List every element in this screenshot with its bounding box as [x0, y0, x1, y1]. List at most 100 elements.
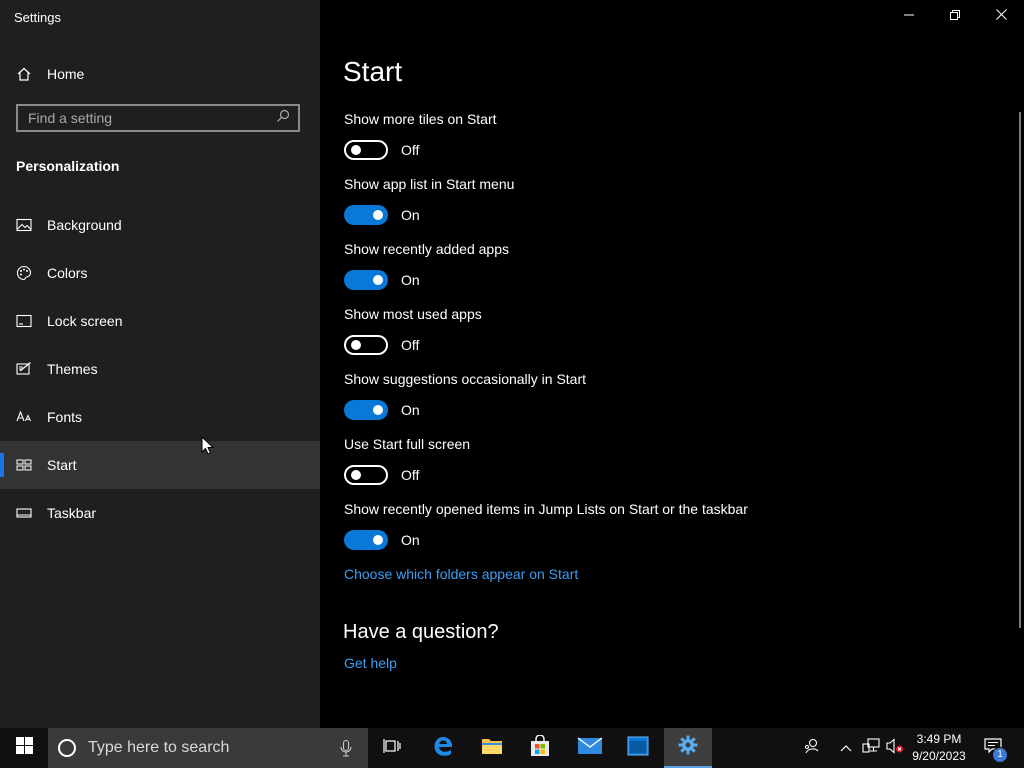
settings-taskbar-button[interactable]	[664, 728, 712, 768]
toggle-knob	[373, 275, 383, 285]
app-list-toggle[interactable]	[344, 205, 388, 225]
sidebar-item-label: Taskbar	[47, 505, 97, 521]
taskbar: 3:49 PM 9/20/2023	[0, 728, 1024, 768]
sidebar-item-fonts[interactable]: Fonts	[0, 393, 320, 441]
start-button[interactable]	[0, 728, 48, 768]
toggle-state: On	[401, 207, 420, 223]
toggle-knob	[351, 470, 361, 480]
home-label: Home	[47, 66, 85, 82]
toggle-knob	[373, 210, 383, 220]
taskbar-icon	[16, 505, 32, 521]
windows-logo-icon	[15, 737, 33, 759]
cortana-icon	[57, 738, 77, 763]
task-view-button[interactable]	[368, 728, 416, 768]
file-explorer-button[interactable]	[468, 728, 516, 768]
sidebar-item-taskbar[interactable]: Taskbar	[0, 489, 320, 537]
people-icon	[804, 738, 820, 759]
sidebar-item-label: Colors	[47, 265, 88, 281]
setting-label: Use Start full screen	[344, 436, 471, 452]
setting-full-screen: Use Start full screen Off	[344, 436, 984, 501]
setting-label: Show most used apps	[344, 306, 482, 322]
content-scrollbar[interactable]	[1019, 112, 1021, 628]
toggle-knob	[373, 535, 383, 545]
people-button[interactable]	[800, 728, 824, 768]
taskbar-search-input[interactable]	[88, 738, 328, 758]
clock-time: 3:49 PM	[916, 732, 962, 746]
minimize-button[interactable]	[886, 0, 932, 32]
task-view-icon	[383, 738, 401, 759]
setting-label: Show suggestions occasionally in Start	[344, 371, 587, 387]
home-button[interactable]: Home	[16, 64, 84, 84]
toggle-state: Off	[401, 467, 420, 483]
volume-button[interactable]	[884, 728, 906, 768]
app-title: Settings	[14, 10, 61, 25]
app-window-button[interactable]	[614, 728, 662, 768]
nav-list: Background Colors Lock screen Themes Fon…	[0, 201, 320, 537]
themes-icon	[16, 361, 32, 377]
fonts-icon	[16, 409, 32, 425]
get-help-link[interactable]: Get help	[344, 655, 397, 671]
settings-list: Show more tiles on Start Off Show app li…	[344, 111, 984, 566]
sidebar-item-colors[interactable]: Colors	[0, 249, 320, 297]
picture-icon	[16, 217, 32, 233]
jump-lists-toggle[interactable]	[344, 530, 388, 550]
setting-jump-lists: Show recently opened items in Jump Lists…	[344, 501, 984, 566]
edge-icon	[432, 735, 454, 762]
edge-browser-button[interactable]	[419, 728, 467, 768]
choose-folders-link[interactable]: Choose which folders appear on Start	[344, 566, 578, 582]
toggle-state: Off	[401, 142, 420, 158]
toggle-state: On	[401, 402, 420, 418]
store-button[interactable]	[516, 728, 564, 768]
clock-date: 9/20/2023	[912, 749, 966, 763]
more-tiles-toggle[interactable]	[344, 140, 388, 160]
restore-icon	[950, 7, 960, 25]
restore-button[interactable]	[932, 0, 978, 32]
sidebar-item-label: Background	[47, 217, 122, 233]
network-button[interactable]	[860, 728, 882, 768]
taskbar-search[interactable]	[48, 728, 368, 768]
close-button[interactable]	[978, 0, 1024, 32]
lock-screen-icon	[16, 313, 32, 329]
setting-most-used: Show most used apps Off	[344, 306, 984, 371]
start-layout-icon	[16, 457, 32, 473]
toggle-state: Off	[401, 337, 420, 353]
setting-suggestions: Show suggestions occasionally in Start O…	[344, 371, 984, 436]
chevron-up-icon	[840, 739, 852, 757]
notification-badge: 1	[992, 747, 1008, 763]
minimize-icon	[904, 7, 914, 25]
sidebar-item-background[interactable]: Background	[0, 201, 320, 249]
sidebar-item-start[interactable]: Start	[0, 441, 320, 489]
network-icon	[862, 737, 880, 759]
close-icon	[995, 7, 1007, 25]
volume-muted-icon	[886, 737, 904, 759]
page-title: Start	[343, 56, 403, 87]
setting-label: Show app list in Start menu	[344, 176, 515, 192]
full-screen-toggle[interactable]	[344, 465, 388, 485]
find-setting-search[interactable]	[16, 104, 300, 132]
toggle-state: On	[401, 272, 420, 288]
sidebar-item-themes[interactable]: Themes	[0, 345, 320, 393]
toggle-knob	[373, 405, 383, 415]
sidebar-item-label: Lock screen	[47, 313, 123, 329]
system-clock[interactable]: 3:49 PM 9/20/2023	[904, 731, 974, 765]
toggle-knob	[351, 340, 361, 350]
mouse-cursor-icon	[201, 435, 215, 461]
search-icon[interactable]	[276, 109, 290, 128]
sidebar-item-label: Themes	[47, 361, 98, 377]
setting-app-list: Show app list in Start menu On	[344, 176, 984, 241]
setting-label: Show recently opened items in Jump Lists…	[344, 501, 748, 517]
store-bag-icon	[529, 733, 551, 762]
microphone-icon[interactable]	[340, 740, 352, 762]
mail-icon	[577, 736, 603, 760]
show-hidden-icons-button[interactable]	[836, 728, 856, 768]
setting-label: Show more tiles on Start	[344, 111, 497, 127]
toggle-knob	[351, 145, 361, 155]
find-setting-input[interactable]	[28, 110, 276, 126]
most-used-toggle[interactable]	[344, 335, 388, 355]
suggestions-toggle[interactable]	[344, 400, 388, 420]
recently-added-toggle[interactable]	[344, 270, 388, 290]
mail-button[interactable]	[566, 728, 614, 768]
sidebar-item-lock-screen[interactable]: Lock screen	[0, 297, 320, 345]
home-icon	[16, 66, 32, 82]
setting-more-tiles: Show more tiles on Start Off	[344, 111, 984, 176]
